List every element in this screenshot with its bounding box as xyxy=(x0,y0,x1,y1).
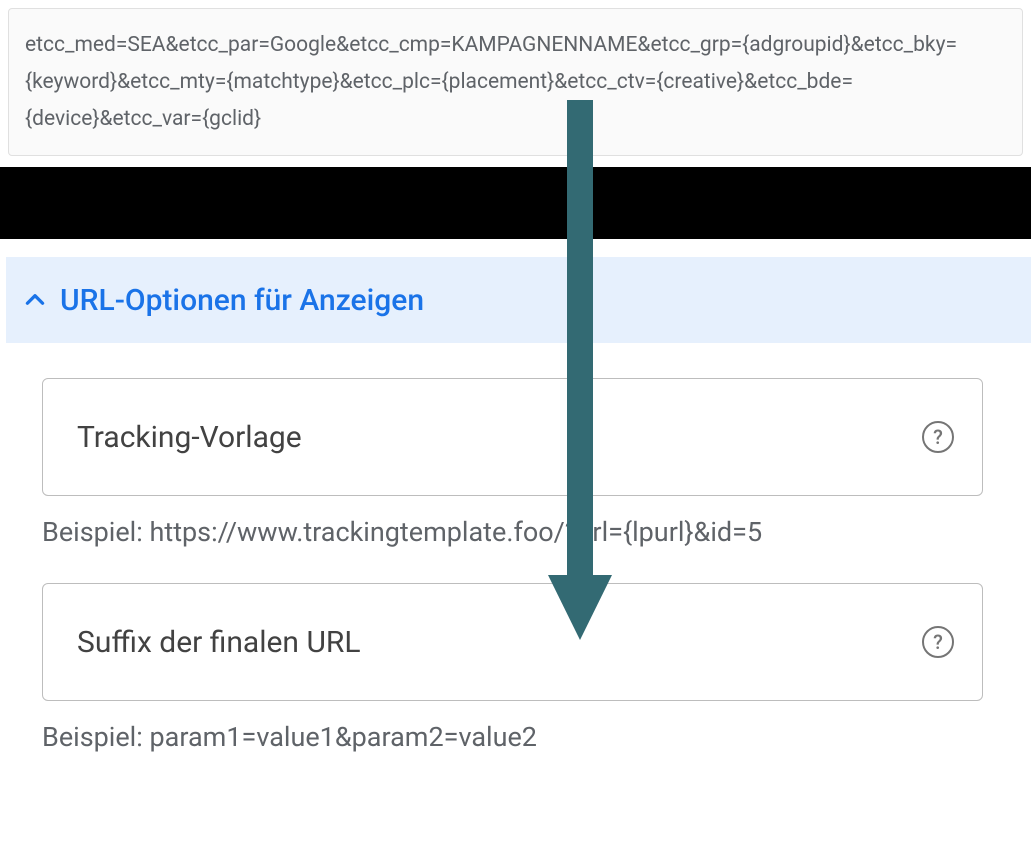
help-icon[interactable]: ? xyxy=(922,626,954,658)
tracking-url-template-text: etcc_med=SEA&etcc_par=Google&etcc_cmp=KA… xyxy=(25,33,957,131)
tracking-template-group: Tracking-Vorlage ? Beispiel: https://www… xyxy=(42,378,983,548)
section-title: URL-Optionen für Anzeigen xyxy=(60,283,424,318)
url-options-header[interactable]: URL-Optionen für Anzeigen xyxy=(6,257,1031,343)
code-block: etcc_med=SEA&etcc_par=Google&etcc_cmp=KA… xyxy=(8,8,1023,156)
chevron-up-icon xyxy=(20,285,50,315)
tracking-template-example: Beispiel: https://www.trackingtemplate.f… xyxy=(42,516,983,548)
help-icon[interactable]: ? xyxy=(922,421,954,453)
final-url-suffix-label: Suffix der finalen URL xyxy=(77,625,361,660)
tracking-template-input[interactable]: Tracking-Vorlage ? xyxy=(42,378,983,496)
final-url-suffix-input[interactable]: Suffix der finalen URL ? xyxy=(42,583,983,701)
final-url-suffix-group: Suffix der finalen URL ? Beispiel: param… xyxy=(42,583,983,753)
tracking-template-label: Tracking-Vorlage xyxy=(77,420,302,455)
divider-bar xyxy=(0,167,1031,239)
final-url-suffix-example: Beispiel: param1=value1&param2=value2 xyxy=(42,721,983,753)
